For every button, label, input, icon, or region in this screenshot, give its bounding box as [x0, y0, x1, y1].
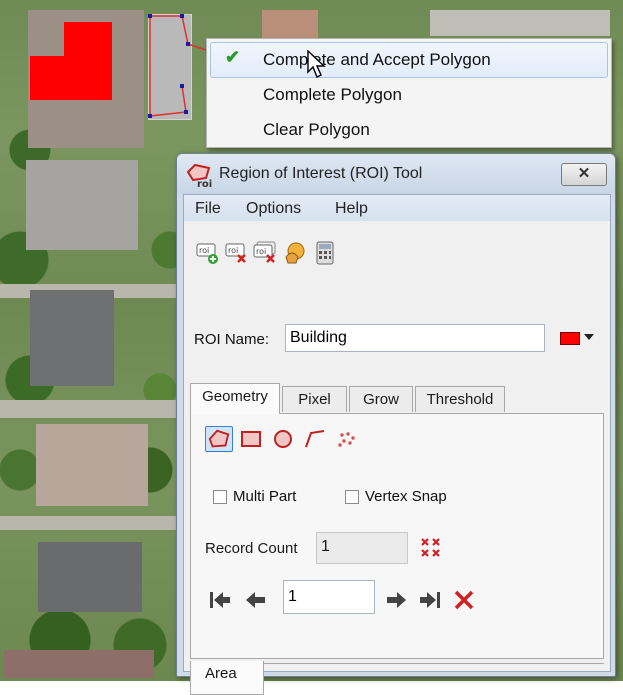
- polygon-tool-icon[interactable]: [205, 426, 233, 452]
- menu-item-clear-polygon[interactable]: Clear Polygon: [207, 113, 611, 147]
- tab-pixel[interactable]: Pixel: [282, 386, 347, 412]
- delete-all-records-icon[interactable]: [419, 536, 445, 562]
- roi-name-label: ROI Name:: [194, 331, 270, 348]
- tab-grow[interactable]: Grow: [349, 386, 413, 412]
- color-swatch: [560, 332, 580, 345]
- menu-bar: File Options Help: [184, 195, 610, 221]
- menu-help[interactable]: Help: [335, 200, 368, 218]
- menu-item-label: Complete Polygon: [263, 85, 402, 104]
- multi-part-label: Multi Part: [233, 488, 297, 505]
- menu-item-label: Clear Polygon: [263, 120, 370, 139]
- record-index-input[interactable]: [283, 580, 375, 614]
- polyline-tool-icon[interactable]: [301, 426, 329, 452]
- delete-all-roi-icon[interactable]: roi: [252, 241, 278, 265]
- polygon-context-menu: ✔ Complete and Accept Polygon Complete P…: [206, 38, 612, 148]
- last-record-icon[interactable]: [417, 588, 443, 612]
- delete-roi-icon[interactable]: roi: [223, 241, 249, 265]
- window-title: Region of Interest (ROI) Tool: [219, 165, 423, 182]
- geometry-tab-panel: Multi Part Vertex Snap Record Count 1: [190, 413, 604, 659]
- close-button[interactable]: ✕: [561, 163, 607, 186]
- roi-color-picker[interactable]: [560, 332, 596, 346]
- tab-geometry[interactable]: Geometry: [190, 383, 280, 414]
- dropdown-arrow-icon: [584, 334, 594, 340]
- mouse-pointer-icon: [307, 50, 326, 78]
- new-roi-icon[interactable]: roi: [194, 241, 220, 265]
- menu-item-complete-and-accept-polygon[interactable]: ✔ Complete and Accept Polygon: [210, 42, 608, 78]
- roi-badge-text: roi: [256, 247, 266, 256]
- title-bar[interactable]: roi Region of Interest (ROI) Tool ✕: [177, 154, 615, 194]
- roi-name-input[interactable]: [285, 324, 545, 352]
- checkmark-icon: ✔: [225, 47, 241, 67]
- record-count-label: Record Count: [205, 540, 298, 557]
- roi-badge-text: roi: [199, 246, 209, 255]
- calculator-icon[interactable]: [312, 241, 338, 265]
- roi-tool-window: roi Region of Interest (ROI) Tool ✕ File…: [176, 153, 616, 695]
- menu-item-complete-polygon[interactable]: Complete Polygon: [207, 78, 611, 112]
- go-to-roi-icon[interactable]: [282, 241, 308, 265]
- ellipse-tool-icon[interactable]: [269, 426, 297, 452]
- menu-file[interactable]: File: [195, 200, 221, 218]
- roi-logo-text: roi: [197, 179, 212, 188]
- tab-area[interactable]: Area: [190, 661, 264, 695]
- roi-logo-icon: roi: [186, 163, 212, 188]
- roi-badge-text: roi: [228, 246, 238, 255]
- vertex-snap-label: Vertex Snap: [365, 488, 447, 505]
- window-client-area: File Options Help roi roi roi ROI Name: …: [183, 194, 611, 695]
- multi-part-checkbox[interactable]: [213, 490, 227, 504]
- point-tool-icon[interactable]: [333, 426, 361, 452]
- previous-record-icon[interactable]: [243, 588, 269, 612]
- tab-threshold[interactable]: Threshold: [415, 386, 505, 412]
- delete-record-icon[interactable]: [451, 588, 477, 612]
- next-record-icon[interactable]: [383, 588, 409, 612]
- first-record-icon[interactable]: [207, 588, 233, 612]
- menu-options[interactable]: Options: [246, 200, 301, 218]
- vertex-snap-checkbox[interactable]: [345, 490, 359, 504]
- menu-item-label: Complete and Accept Polygon: [263, 50, 491, 69]
- rectangle-tool-icon[interactable]: [237, 426, 265, 452]
- record-count-field: 1: [316, 532, 408, 564]
